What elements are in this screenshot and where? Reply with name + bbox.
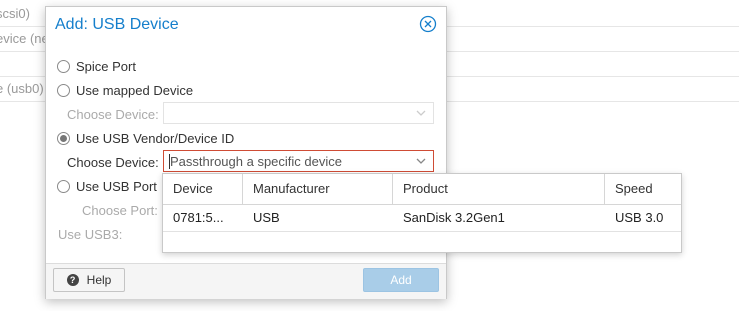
column-header-speed[interactable]: Speed	[605, 174, 681, 204]
device-picker-grid: Device Manufacturer Product Speed 0781:5…	[162, 173, 682, 253]
radio-usb-port[interactable]: Use USB Port	[57, 177, 157, 195]
radio-spice-port[interactable]: Spice Port	[57, 57, 136, 75]
dialog-title: Add: USB Device	[55, 16, 179, 33]
radio-label-spice: Spice Port	[76, 58, 136, 74]
column-header-manufacturer[interactable]: Manufacturer	[243, 174, 393, 204]
radio-label-mapped: Use mapped Device	[76, 82, 194, 98]
radio-button[interactable]	[57, 83, 70, 97]
cell-manufacturer: USB	[253, 210, 280, 225]
help-button-label: Help	[86, 273, 112, 287]
choose-port-label: Choose Port:	[82, 203, 158, 218]
radio-mapped-device[interactable]: Use mapped Device	[57, 81, 193, 99]
dialog-footer: ? Help Add	[46, 263, 446, 299]
mapped-choose-device-label: Choose Device:	[67, 107, 159, 122]
add-button[interactable]: Add	[363, 268, 439, 292]
list-row-text: evice (ne	[0, 31, 49, 46]
list-row-text: scsi0)	[0, 6, 30, 21]
radio-button[interactable]	[57, 179, 70, 193]
chevron-down-icon	[416, 110, 426, 116]
use-usb3-label: Use USB3:	[58, 227, 123, 242]
list-row-text: e (usb0)	[0, 81, 44, 96]
cell-product: SanDisk 3.2Gen1	[403, 210, 505, 225]
add-button-label: Add	[390, 273, 412, 287]
dialog-header: Add: USB Device	[46, 7, 446, 43]
cell-speed: USB 3.0	[615, 210, 664, 225]
radio-button[interactable]	[57, 59, 70, 73]
question-icon: ?	[66, 274, 79, 286]
close-icon[interactable]	[419, 15, 437, 33]
radio-label-vendor: Use USB Vendor/Device ID	[76, 130, 235, 146]
vendor-device-select-value: Passthrough a specific device	[170, 154, 342, 169]
cell-device: 0781:5...	[173, 210, 224, 225]
chevron-down-icon[interactable]	[415, 155, 427, 167]
picker-header: Device Manufacturer Product Speed	[163, 174, 681, 205]
vendor-choose-device-label: Choose Device:	[67, 155, 159, 170]
mapped-device-select[interactable]	[163, 102, 434, 124]
radio-label-port: Use USB Port	[76, 178, 157, 194]
help-button[interactable]: ? Help	[53, 268, 125, 292]
table-row[interactable]: 0781:5... USB SanDisk 3.2Gen1 USB 3.0	[163, 205, 681, 232]
radio-vendor-device-id[interactable]: Use USB Vendor/Device ID	[57, 129, 234, 147]
vendor-device-select[interactable]: Passthrough a specific device	[163, 150, 434, 172]
column-header-device[interactable]: Device	[163, 174, 243, 204]
column-header-product[interactable]: Product	[393, 174, 605, 204]
radio-button-selected[interactable]	[57, 131, 70, 145]
add-usb-device-dialog: Add: USB Device Spice Port Use mapped De…	[45, 6, 447, 299]
